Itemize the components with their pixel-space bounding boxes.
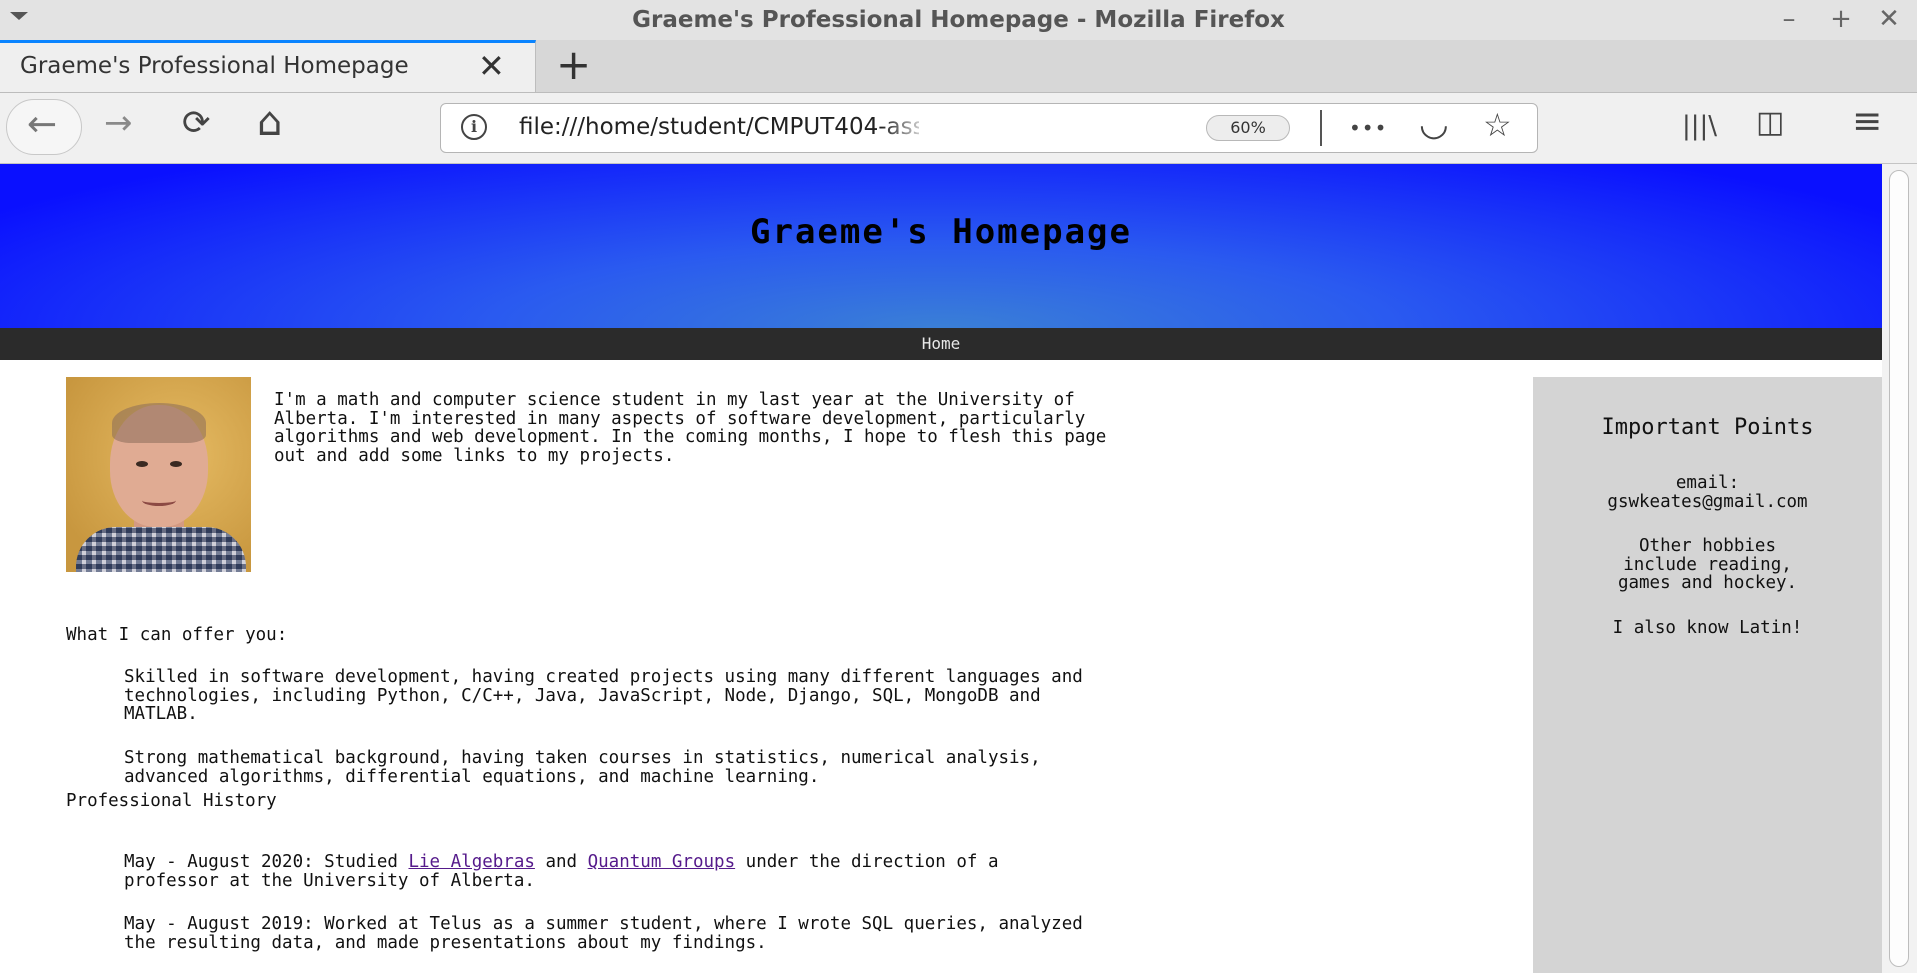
tab-strip: Graeme's Professional Homepage ✕ + [0, 40, 1917, 93]
history-item-2020: May - August 2020: Studied Lie Algebras … [124, 852, 999, 891]
nav-link-home[interactable]: Home [0, 334, 1882, 353]
bookmark-star-icon[interactable]: ☆ [1483, 106, 1512, 144]
offer-heading: What I can offer you: [66, 625, 288, 645]
link-lie-algebras[interactable]: Lie Algebras [408, 852, 534, 872]
page-scrollbar[interactable] [1882, 164, 1917, 973]
page-nav: Home [0, 328, 1882, 360]
new-tab-button[interactable]: + [556, 40, 591, 89]
offer-item-math: Strong mathematical background, having t… [124, 748, 1041, 787]
history-heading: Professional History [66, 791, 277, 811]
profile-photo [66, 377, 251, 572]
window-titlebar: Graeme's Professional Homepage - Mozilla… [0, 0, 1917, 40]
site-info-icon[interactable]: i [461, 114, 487, 140]
scrollbar-thumb[interactable] [1889, 170, 1909, 967]
pocket-icon[interactable]: ◡ [1419, 104, 1449, 144]
sidebar-hobbies: Other hobbies include reading, games and… [1617, 536, 1798, 594]
sidebar-heading: Important Points [1601, 415, 1814, 440]
maximize-button[interactable]: + [1826, 4, 1856, 34]
tab-title: Graeme's Professional Homepage [20, 53, 409, 79]
important-points-sidebar: Important Points email: gswkeates@gmail.… [1533, 377, 1882, 973]
close-window-button[interactable]: ✕ [1874, 4, 1904, 34]
banner-title: Graeme's Homepage [750, 212, 1132, 252]
url-fade [881, 110, 931, 146]
window-title: Graeme's Professional Homepage - Mozilla… [632, 7, 1285, 33]
url-bar[interactable]: i file:///home/student/CMPUT404-assignme… [440, 103, 1538, 153]
navigation-toolbar: ← → ⟳ ⌂ i file:///home/student/CMPUT404-… [0, 93, 1917, 164]
home-button[interactable]: ⌂ [257, 99, 282, 145]
sidebar-toggle-icon[interactable]: ◫ [1756, 105, 1784, 140]
offer-item-software: Skilled in software development, having … [124, 667, 1083, 725]
page-banner: Graeme's Homepage [0, 164, 1882, 328]
minimize-button[interactable]: – [1774, 4, 1804, 34]
sidebar-email: email: gswkeates@gmail.com [1607, 473, 1808, 512]
url-separator [1320, 110, 1322, 146]
intro-paragraph: I'm a math and computer science student … [274, 390, 1107, 466]
forward-button[interactable]: → [104, 103, 133, 143]
page-viewport: Graeme's Homepage Home I'm a math and co… [0, 164, 1882, 973]
zoom-level-badge[interactable]: 60% [1206, 115, 1290, 141]
url-text[interactable]: file:///home/student/CMPUT404-assignment… [519, 114, 919, 140]
history-item-2019: May - August 2019: Worked at Telus as a … [124, 914, 1083, 953]
tab-homepage[interactable]: Graeme's Professional Homepage ✕ [0, 40, 536, 92]
link-quantum-groups[interactable]: Quantum Groups [588, 852, 736, 872]
sidebar-latin: I also know Latin! [1612, 618, 1803, 638]
back-button[interactable]: ← [6, 99, 82, 155]
page-actions-icon[interactable]: ••• [1349, 116, 1387, 140]
reload-button[interactable]: ⟳ [182, 103, 211, 143]
hamburger-menu-icon[interactable]: ≡ [1852, 101, 1882, 142]
library-icon[interactable]: |||\ [1682, 111, 1717, 141]
back-arrow-icon: ← [27, 104, 58, 145]
tab-close-icon[interactable]: ✕ [478, 47, 505, 85]
